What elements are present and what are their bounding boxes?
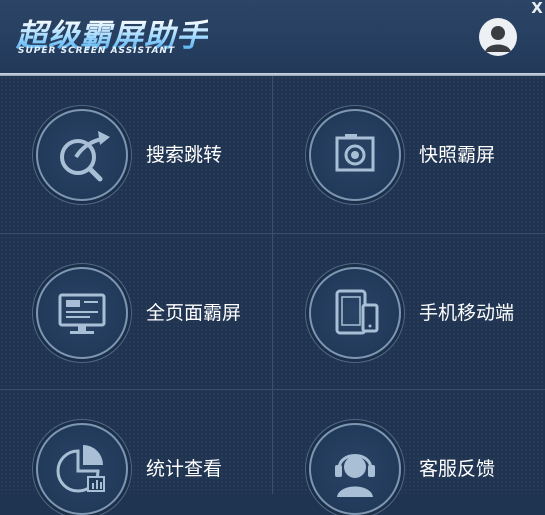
tile-label: 搜索跳转 [146,144,223,166]
app-subtitle: SUPER SCREEN ASSISTANT [18,46,176,56]
tile-mobile[interactable]: 手机移动端 [273,234,545,389]
tablet-phone-icon [309,267,401,359]
tile-label: 手机移动端 [419,302,515,324]
tile-label: 统计查看 [146,458,223,480]
close-button[interactable]: X [529,0,545,18]
tile-label: 客服反馈 [419,458,496,480]
tile-statistics[interactable]: 统计查看 [0,390,272,515]
headset-icon [309,423,401,515]
tile-label: 快照霸屏 [419,144,496,166]
camera-icon [309,109,401,201]
tile-label: 全页面霸屏 [146,302,242,324]
title-bar: 超级霸屏助手 SUPER SCREEN ASSISTANT X [0,0,545,73]
user-avatar-icon[interactable] [479,18,517,56]
search-redirect-icon [36,109,128,201]
tile-snapshot[interactable]: 快照霸屏 [273,76,545,233]
tile-full-page[interactable]: 全页面霸屏 [0,234,272,389]
feature-grid: 搜索跳转 快照霸屏 全页面霸屏 手机移动端 统计查看 客服反馈 [0,76,545,515]
tile-customer-feedback[interactable]: 客服反馈 [273,390,545,515]
pie-chart-icon [36,423,128,515]
tile-search-redirect[interactable]: 搜索跳转 [0,76,272,233]
monitor-icon [36,267,128,359]
